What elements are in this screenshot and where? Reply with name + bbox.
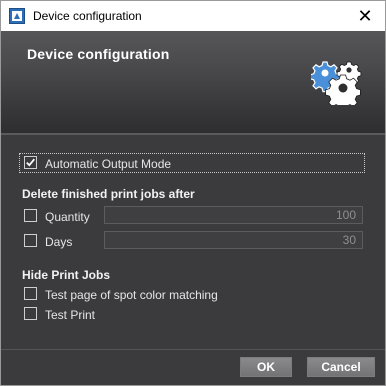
spot-color-test-page-checkbox[interactable] xyxy=(24,287,37,300)
quantity-field[interactable]: 100 xyxy=(104,206,363,224)
ok-button[interactable]: OK xyxy=(240,357,292,377)
automatic-output-mode-label: Automatic Output Mode xyxy=(45,157,172,171)
quantity-checkbox[interactable] xyxy=(24,209,37,222)
app-icon xyxy=(9,8,25,24)
automatic-output-mode-checkbox[interactable] xyxy=(24,156,37,169)
hide-print-jobs-heading: Hide Print Jobs xyxy=(22,268,111,282)
window-title: Device configuration xyxy=(33,9,142,23)
test-print-checkbox[interactable] xyxy=(24,307,37,320)
title-bar[interactable]: Device configuration ✕ xyxy=(1,1,385,31)
days-field[interactable]: 30 xyxy=(104,231,363,249)
delete-jobs-heading: Delete finished print jobs after xyxy=(22,187,195,201)
days-label: Days xyxy=(45,235,73,249)
header-banner: Device configuration xyxy=(1,31,385,133)
settings-panel: Automatic Output Mode Delete finished pr… xyxy=(1,135,385,349)
quantity-label: Quantity xyxy=(45,210,90,224)
gears-icon xyxy=(309,59,363,111)
spot-color-test-page-label: Test page of spot color matching xyxy=(45,288,218,302)
banner-title: Device configuration xyxy=(27,46,170,62)
cancel-button[interactable]: Cancel xyxy=(307,357,375,377)
close-button[interactable]: ✕ xyxy=(345,1,385,31)
days-checkbox[interactable] xyxy=(24,234,37,247)
dialog-window: Device configuration ✕ Device configurat… xyxy=(0,0,386,386)
dialog-footer: OK Cancel xyxy=(1,350,385,385)
test-print-label: Test Print xyxy=(45,308,96,322)
